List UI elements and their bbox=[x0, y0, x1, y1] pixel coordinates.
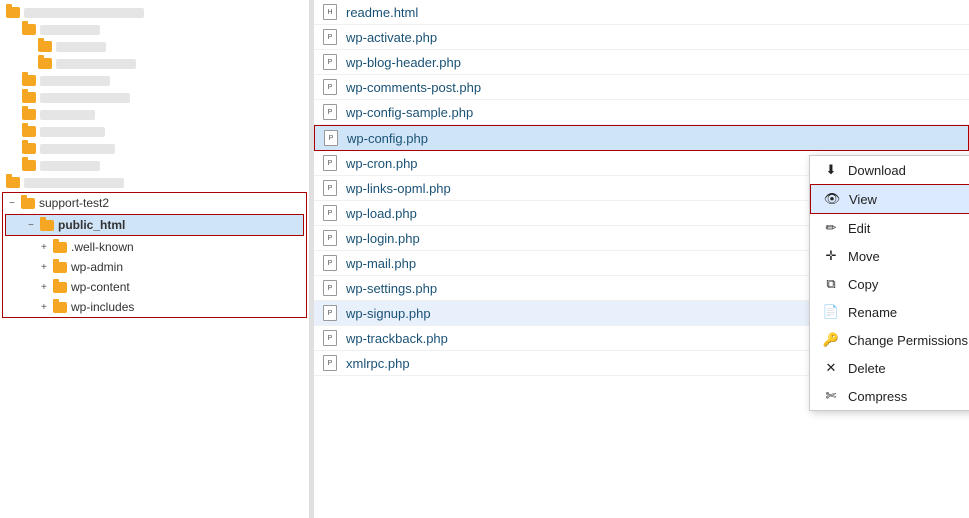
expand-icon-support-test2: − bbox=[9, 198, 19, 209]
context-menu-change-permissions[interactable]: 🔑 Change Permissions bbox=[810, 326, 969, 354]
sidebar: − support-test2 − public_html + .well-kn… bbox=[0, 0, 310, 518]
file-name-wp-blog-header: wp-blog-header.php bbox=[346, 55, 461, 70]
sidebar-item-blurred-8[interactable] bbox=[0, 123, 309, 140]
file-icon-readme: H bbox=[322, 4, 338, 20]
expand-icon-well-known: + bbox=[41, 242, 51, 253]
context-menu: ⬇ Download 👁 View ✏ Edit ✛ Move ⧉ Copy 📄… bbox=[809, 155, 969, 411]
file-icon-xmlrpc: P bbox=[322, 355, 338, 371]
file-name-wp-trackback: wp-trackback.php bbox=[346, 331, 448, 346]
sidebar-item-blurred-7[interactable] bbox=[0, 106, 309, 123]
context-menu-view-label: View bbox=[849, 192, 877, 207]
sidebar-item-label-wp-includes: wp-includes bbox=[71, 300, 134, 314]
sidebar-item-wp-admin[interactable]: + wp-admin bbox=[3, 257, 306, 277]
context-menu-download-label: Download bbox=[848, 163, 906, 178]
file-icon-wp-mail: P bbox=[322, 255, 338, 271]
file-icon-wp-cron: P bbox=[322, 155, 338, 171]
sidebar-item-blurred-10[interactable] bbox=[0, 157, 309, 174]
context-menu-rename[interactable]: 📄 Rename bbox=[810, 298, 969, 326]
context-menu-compress[interactable]: ✄ Compress bbox=[810, 382, 969, 410]
expand-icon-wp-includes: + bbox=[41, 302, 51, 313]
file-name-wp-activate: wp-activate.php bbox=[346, 30, 437, 45]
permissions-icon: 🔑 bbox=[822, 332, 840, 348]
file-name-xmlrpc: xmlrpc.php bbox=[346, 356, 410, 371]
file-icon-wp-config-sample: P bbox=[322, 104, 338, 120]
context-menu-edit-label: Edit bbox=[848, 221, 870, 236]
file-icon-wp-comments-post: P bbox=[322, 79, 338, 95]
sidebar-item-public-html[interactable]: − public_html bbox=[6, 215, 303, 235]
copy-icon: ⧉ bbox=[822, 276, 840, 292]
file-icon-wp-signup: P bbox=[322, 305, 338, 321]
sidebar-item-blurred-6[interactable] bbox=[0, 89, 309, 106]
file-name-wp-load: wp-load.php bbox=[346, 206, 417, 221]
rename-icon: 📄 bbox=[822, 304, 840, 320]
file-icon-wp-blog-header: P bbox=[322, 54, 338, 70]
file-name-wp-signup: wp-signup.php bbox=[346, 306, 431, 321]
file-icon-wp-load: P bbox=[322, 205, 338, 221]
file-row-wp-config[interactable]: P wp-config.php bbox=[314, 125, 969, 151]
context-menu-rename-label: Rename bbox=[848, 305, 897, 320]
context-menu-move[interactable]: ✛ Move bbox=[810, 242, 969, 270]
file-name-wp-settings: wp-settings.php bbox=[346, 281, 437, 296]
file-name-wp-config: wp-config.php bbox=[347, 131, 428, 146]
file-name-wp-cron: wp-cron.php bbox=[346, 156, 418, 171]
edit-icon: ✏ bbox=[822, 220, 840, 236]
file-icon-wp-settings: P bbox=[322, 280, 338, 296]
expand-icon-wp-admin: + bbox=[41, 262, 51, 273]
file-name-readme: readme.html bbox=[346, 5, 418, 20]
file-icon-wp-login: P bbox=[322, 230, 338, 246]
context-menu-download[interactable]: ⬇ Download bbox=[810, 156, 969, 184]
sidebar-item-label-wp-admin: wp-admin bbox=[71, 260, 123, 274]
delete-icon: ✕ bbox=[822, 360, 840, 376]
file-icon-wp-config: P bbox=[323, 130, 339, 146]
context-menu-change-permissions-label: Change Permissions bbox=[848, 333, 968, 348]
sidebar-item-label-public-html: public_html bbox=[58, 218, 125, 232]
sidebar-item-blurred-9[interactable] bbox=[0, 140, 309, 157]
file-row-wp-config-sample[interactable]: P wp-config-sample.php bbox=[314, 100, 969, 125]
expand-icon-public-html: − bbox=[28, 220, 38, 231]
file-icon-wp-activate: P bbox=[322, 29, 338, 45]
move-icon: ✛ bbox=[822, 248, 840, 264]
file-name-wp-links-opml: wp-links-opml.php bbox=[346, 181, 451, 196]
file-row-readme[interactable]: H readme.html bbox=[314, 0, 969, 25]
file-name-wp-comments-post: wp-comments-post.php bbox=[346, 80, 481, 95]
file-row-wp-blog-header[interactable]: P wp-blog-header.php bbox=[314, 50, 969, 75]
sidebar-item-blurred-5[interactable] bbox=[0, 72, 309, 89]
file-name-wp-config-sample: wp-config-sample.php bbox=[346, 105, 473, 120]
compress-icon: ✄ bbox=[822, 388, 840, 404]
context-menu-delete-label: Delete bbox=[848, 361, 886, 376]
sidebar-item-wp-includes[interactable]: + wp-includes bbox=[3, 297, 306, 317]
context-menu-copy-label: Copy bbox=[848, 277, 878, 292]
file-icon-wp-links-opml: P bbox=[322, 180, 338, 196]
sidebar-item-blurred-11[interactable] bbox=[0, 174, 309, 191]
download-icon: ⬇ bbox=[822, 162, 840, 178]
sidebar-item-blurred-4[interactable] bbox=[0, 55, 309, 72]
context-menu-view[interactable]: 👁 View bbox=[810, 184, 969, 214]
expand-icon-wp-content: + bbox=[41, 282, 51, 293]
sidebar-item-label-wp-content: wp-content bbox=[71, 280, 130, 294]
file-row-wp-comments-post[interactable]: P wp-comments-post.php bbox=[314, 75, 969, 100]
context-menu-move-label: Move bbox=[848, 249, 880, 264]
view-icon: 👁 bbox=[823, 191, 841, 207]
sidebar-item-blurred-3[interactable] bbox=[0, 38, 309, 55]
file-name-wp-login: wp-login.php bbox=[346, 231, 420, 246]
sidebar-item-wp-content[interactable]: + wp-content bbox=[3, 277, 306, 297]
context-menu-delete[interactable]: ✕ Delete bbox=[810, 354, 969, 382]
context-menu-copy[interactable]: ⧉ Copy bbox=[810, 270, 969, 298]
context-menu-edit[interactable]: ✏ Edit bbox=[810, 214, 969, 242]
sidebar-item-label-support-test2: support-test2 bbox=[39, 196, 109, 210]
sidebar-item-blurred-2[interactable] bbox=[0, 21, 309, 38]
file-list-panel: H readme.html P wp-activate.php P wp-blo… bbox=[314, 0, 969, 518]
sidebar-item-blurred-1[interactable] bbox=[0, 4, 309, 21]
file-name-wp-mail: wp-mail.php bbox=[346, 256, 416, 271]
sidebar-item-label-well-known: .well-known bbox=[71, 240, 134, 254]
sidebar-item-well-known[interactable]: + .well-known bbox=[3, 237, 306, 257]
file-icon-wp-trackback: P bbox=[322, 330, 338, 346]
sidebar-item-support-test2[interactable]: − support-test2 bbox=[3, 193, 306, 213]
context-menu-compress-label: Compress bbox=[848, 389, 907, 404]
file-row-wp-activate[interactable]: P wp-activate.php bbox=[314, 25, 969, 50]
